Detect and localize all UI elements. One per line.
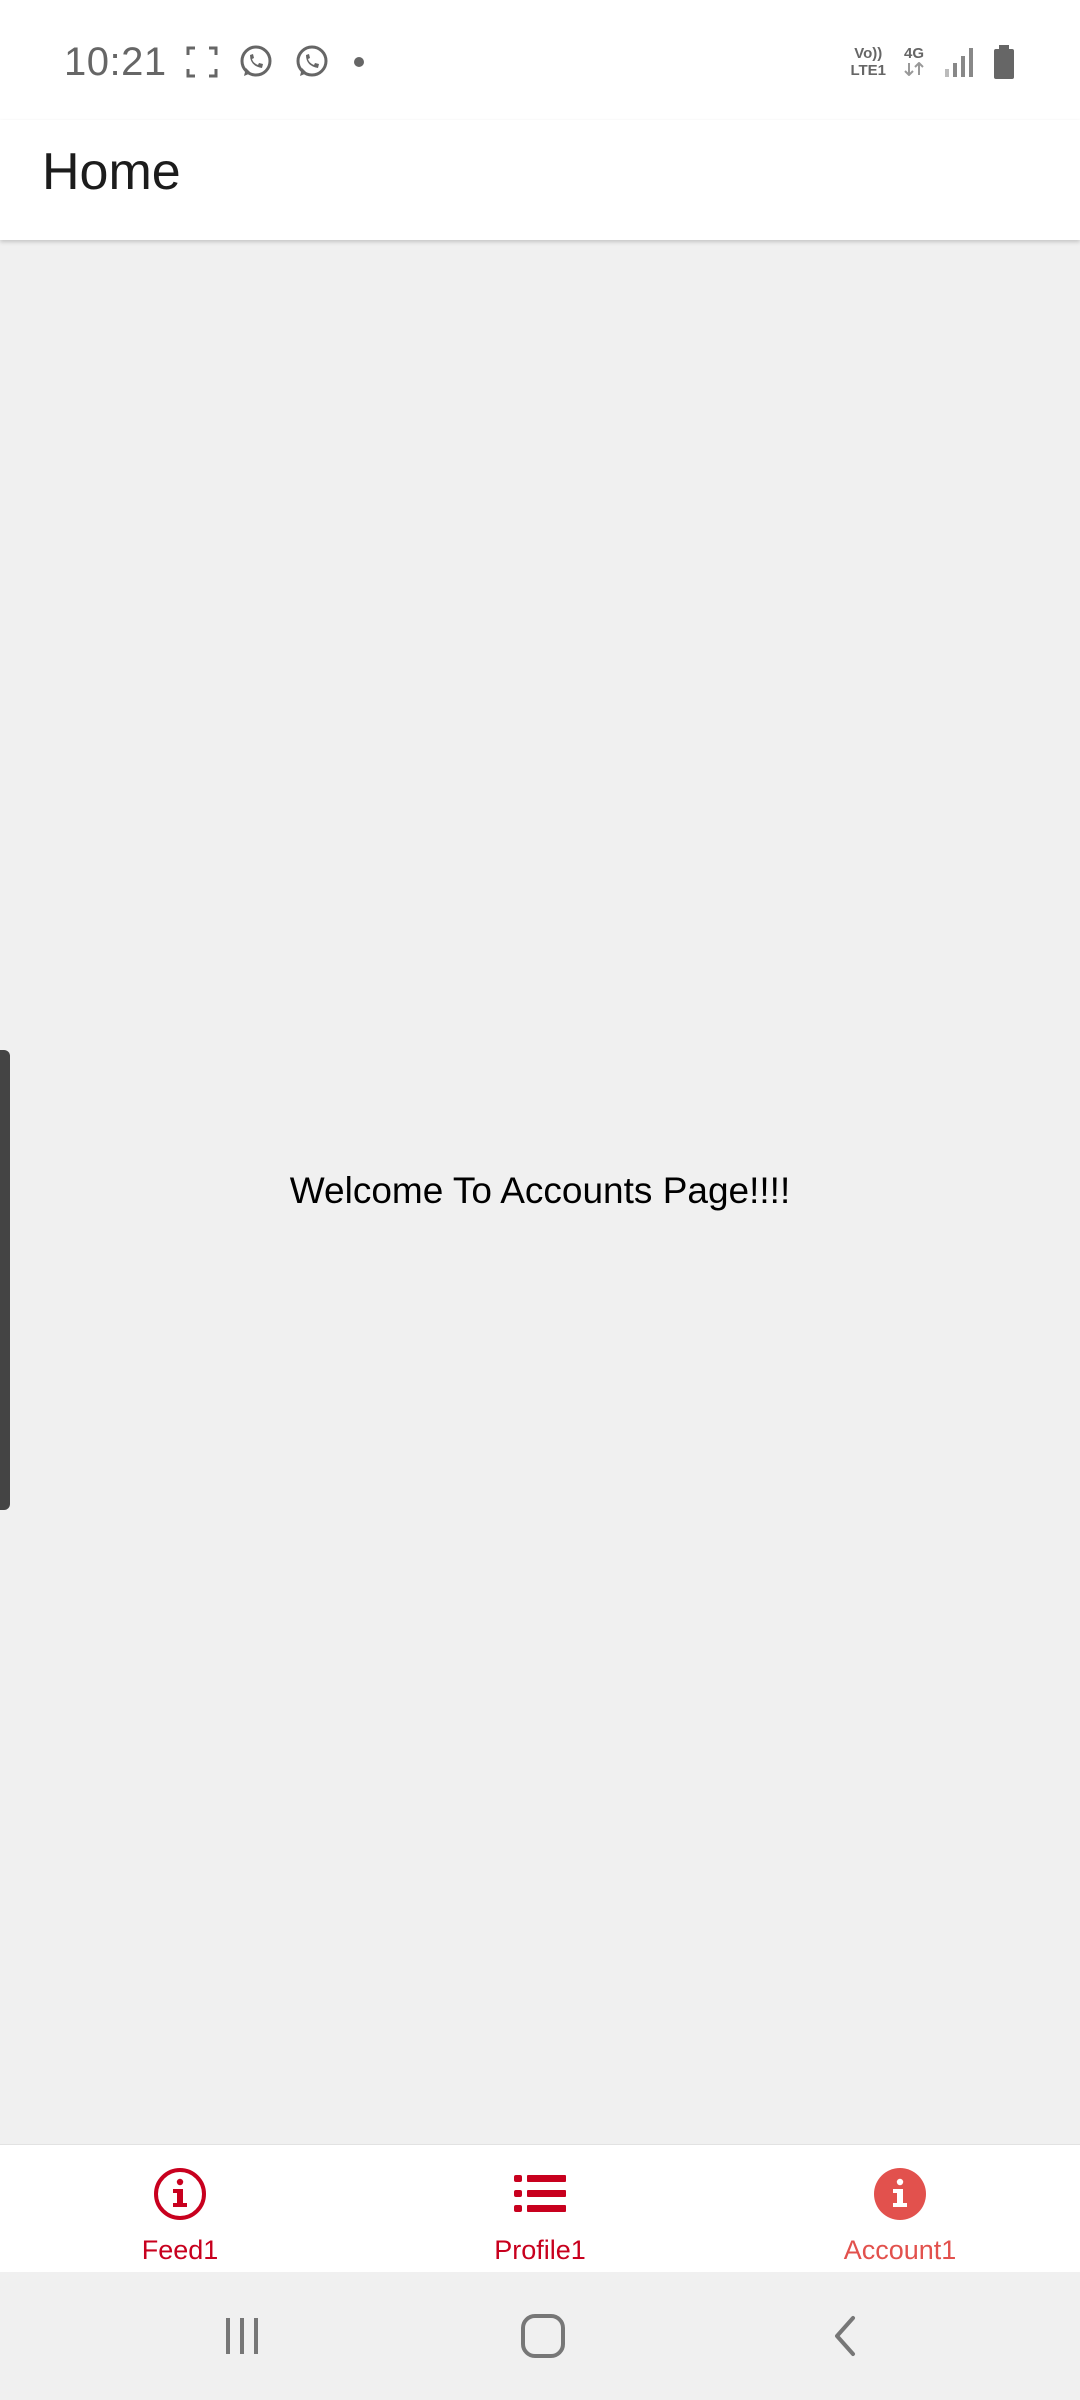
battery-icon bbox=[992, 44, 1016, 80]
whatsapp-icon bbox=[293, 43, 331, 81]
page-title: Home bbox=[42, 143, 181, 201]
network-type: 4G bbox=[903, 44, 924, 62]
nav-label-account: Account1 bbox=[843, 2235, 957, 2265]
screen: 10:21 Vo)) LTE1 4G Home Welcome To Accou… bbox=[0, 0, 1080, 2400]
nav-item-feed[interactable]: Feed1 bbox=[0, 2145, 360, 2273]
back-icon[interactable] bbox=[817, 2306, 877, 2366]
dot-icon bbox=[349, 52, 369, 72]
screenshot-icon bbox=[185, 45, 219, 79]
nav-item-profile[interactable]: Profile1 bbox=[360, 2145, 720, 2273]
status-right: Vo)) LTE1 4G bbox=[850, 38, 1016, 86]
whatsapp-icon bbox=[237, 43, 275, 81]
status-bar: 10:21 Vo)) LTE1 4G bbox=[0, 0, 1080, 120]
home-icon[interactable] bbox=[513, 2306, 573, 2366]
list-icon bbox=[511, 2165, 569, 2223]
status-left: 10:21 bbox=[64, 32, 369, 92]
main-content: Welcome To Accounts Page!!!! bbox=[0, 240, 1080, 2144]
edge-panel-handle[interactable] bbox=[0, 1050, 10, 1510]
nav-label-feed: Feed1 bbox=[141, 2235, 219, 2265]
signal-icon bbox=[942, 45, 976, 79]
nav-label-profile: Profile1 bbox=[494, 2235, 586, 2265]
bottom-navigation: Feed1 Profile1 Account1 bbox=[0, 2144, 1080, 2273]
app-bar: Home bbox=[0, 120, 1080, 240]
welcome-message: Welcome To Accounts Page!!!! bbox=[289, 1170, 791, 1211]
status-time: 10:21 bbox=[64, 39, 167, 84]
system-navigation-bar bbox=[0, 2272, 1080, 2400]
info-outline-icon bbox=[151, 2165, 209, 2223]
data-arrows-icon bbox=[902, 61, 926, 80]
volte-line1: Vo)) bbox=[854, 45, 883, 62]
recents-icon[interactable] bbox=[212, 2306, 272, 2366]
volte-indicator: Vo)) LTE1 bbox=[850, 45, 886, 79]
nav-item-account[interactable]: Account1 bbox=[720, 2145, 1080, 2273]
info-filled-icon bbox=[871, 2165, 929, 2223]
network-indicator: 4G bbox=[902, 45, 926, 80]
volte-line2: LTE1 bbox=[850, 62, 886, 79]
